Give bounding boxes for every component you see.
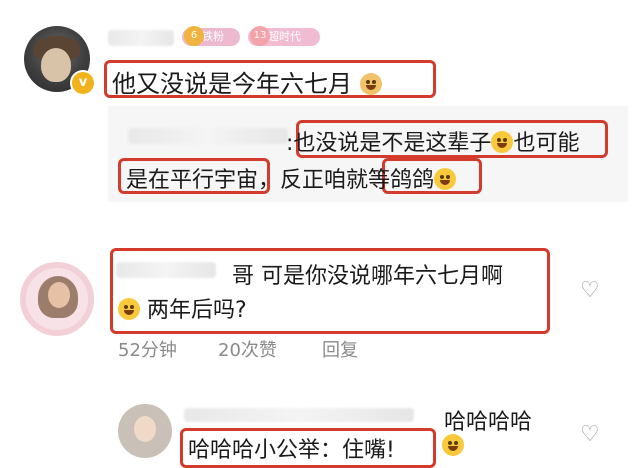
- quoted-part-4: ，反正咱就: [258, 168, 369, 193]
- time-badge[interactable]: 13 超时代: [248, 26, 320, 46]
- avatar-3-face: [134, 416, 156, 442]
- comment-2-text-2: 两年后吗?: [147, 298, 247, 323]
- laugh-tears-emoji-icon-2: [442, 434, 464, 456]
- sob-emoji-icon: [434, 168, 457, 190]
- comment-3-text: 哈哈哈小公举：住嘴!: [188, 438, 395, 463]
- quoted-username-redacted: [128, 128, 288, 144]
- time-level-icon: 13: [250, 26, 270, 46]
- avatar-2-face: [48, 282, 70, 308]
- quoted-part-5: 等鸽鸽: [368, 168, 435, 193]
- like-heart-icon[interactable]: ♡: [580, 278, 600, 303]
- quoted-line-2: 是在平行宇宙，反正咱就等鸽鸽: [126, 162, 457, 194]
- reply-button[interactable]: 回复: [322, 336, 358, 362]
- comment-3-emoji: [442, 434, 464, 457]
- crying-laugh-emoji-icon: [491, 131, 514, 153]
- comment-3-top-text: 哈哈哈哈: [444, 410, 533, 435]
- quoted-part-2: 也可能: [513, 131, 580, 156]
- comment-text: 他又没说是今年六七月: [112, 64, 382, 99]
- comment-2-time: 52分钟: [118, 340, 177, 361]
- username-3-redacted[interactable]: [184, 408, 414, 422]
- fan-level-icon: 6: [184, 26, 204, 46]
- quoted-part-3: 是在平行宇宙: [126, 168, 259, 193]
- verified-icon: v: [70, 70, 96, 96]
- like-heart-icon-2[interactable]: ♡: [580, 422, 600, 447]
- avatar-2[interactable]: [20, 262, 94, 336]
- comment-body: 他又没说是今年六七月: [112, 70, 352, 98]
- comment-2-line-1: 哥 可是你没说哪年六七月啊: [232, 264, 503, 289]
- quoted-line-1: :也没说是不是这辈子 也可能: [286, 125, 579, 157]
- doge-emoji-icon: [359, 73, 382, 95]
- username-redacted[interactable]: [108, 30, 174, 46]
- quoted-part-1: 也没说是不是这辈子: [293, 131, 492, 156]
- avatar-3[interactable]: [118, 404, 172, 458]
- avatar-face: [41, 48, 71, 82]
- time-badge-label: 超时代: [268, 30, 301, 43]
- laugh-tears-emoji-icon: [118, 298, 140, 320]
- comment-2-line-2: 两年后吗?: [118, 292, 247, 324]
- fan-badge-label: 铁粉: [202, 30, 224, 43]
- comment-2-likes[interactable]: 20次赞: [218, 336, 277, 362]
- fan-badge[interactable]: 6 铁粉: [182, 26, 240, 46]
